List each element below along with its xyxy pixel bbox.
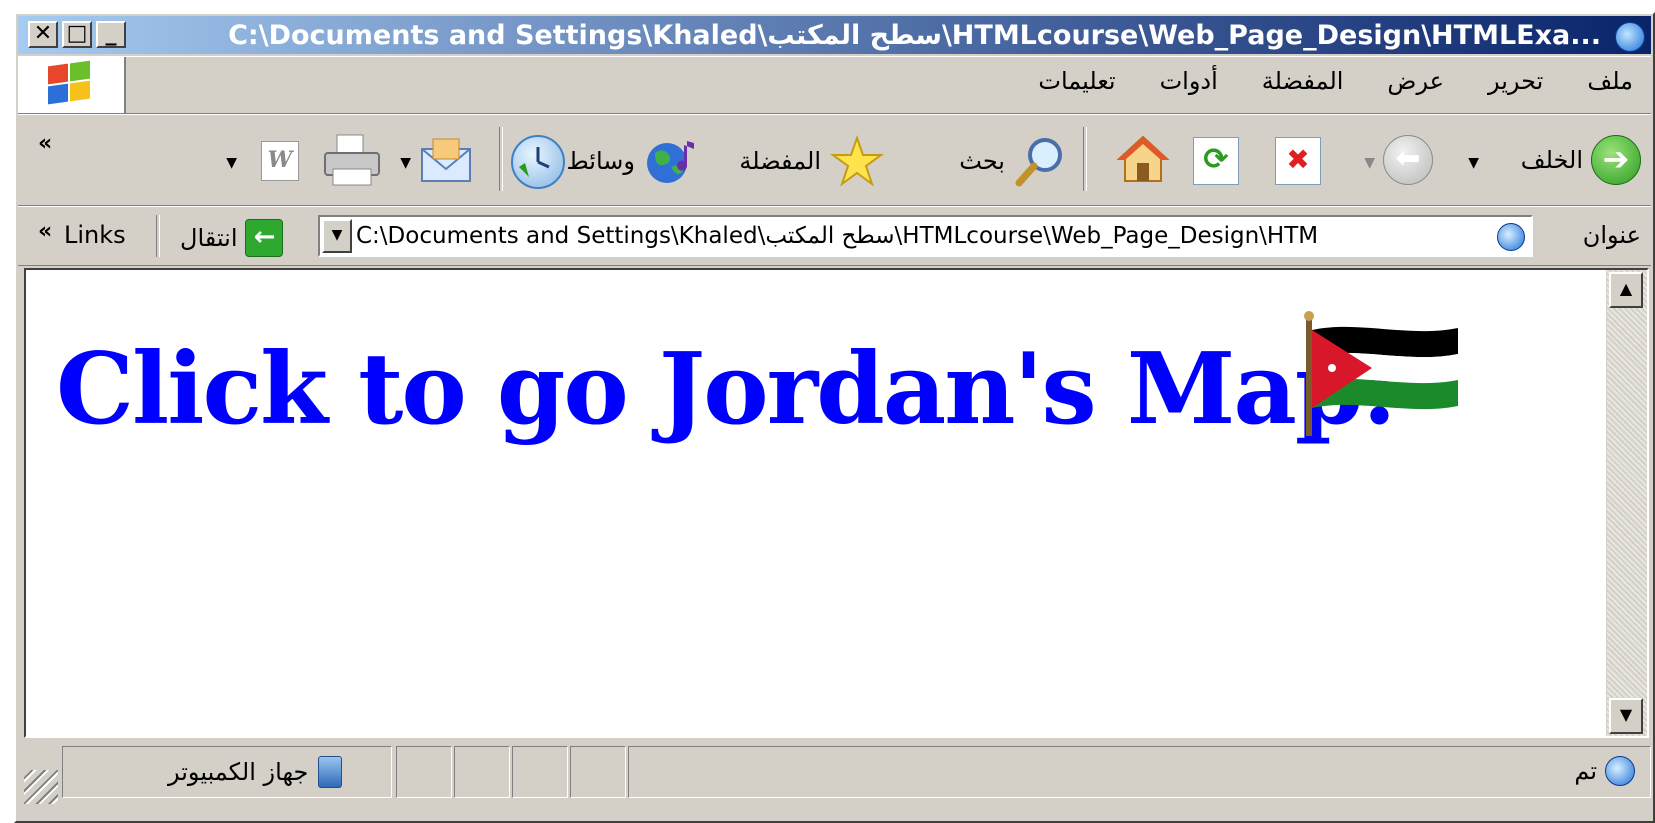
status-cell: [396, 746, 452, 798]
computer-icon: [318, 756, 343, 788]
maximize-button[interactable]: □: [62, 21, 92, 48]
status-cell: [512, 746, 568, 798]
resize-grip[interactable]: [24, 770, 58, 804]
address-input[interactable]: ▼ C:\Documents and Settings\Khaled\سطح ا…: [318, 215, 1533, 257]
standard-toolbar: « الخلف ➔ ▼ ⬅ ▼ ✖ ⟳ بحث المفضلة وسائط ▼ …: [18, 114, 1651, 206]
media-label: وسائط: [566, 147, 635, 175]
vertical-scrollbar[interactable]: ▲ ▼: [1606, 270, 1647, 736]
windows-flag-icon: [48, 60, 92, 105]
stop-icon[interactable]: ✖: [1275, 137, 1321, 185]
mail-dropdown-arrow[interactable]: ▼: [400, 155, 411, 171]
mail-icon[interactable]: [419, 135, 473, 185]
toolbar-overflow-chevron[interactable]: «: [38, 131, 52, 156]
forward-dropdown-arrow[interactable]: ▼: [1364, 155, 1375, 171]
scroll-up-button[interactable]: ▲: [1609, 272, 1643, 308]
go-label: انتقال: [180, 224, 238, 252]
status-done: تم: [1574, 756, 1635, 786]
minimize-button[interactable]: _: [96, 21, 126, 48]
links-separator: [156, 215, 160, 257]
search-label: بحث: [959, 147, 1005, 175]
page-content: Click to go Jordan's Map: ▲ ▼: [24, 268, 1649, 738]
favorites-label: المفضلة: [739, 147, 821, 175]
menu-edit[interactable]: تحرير: [1488, 67, 1543, 95]
jordan-flag-image[interactable]: [1298, 310, 1468, 440]
address-label: عنوان: [1582, 221, 1641, 249]
back-button[interactable]: الخلف ➔: [1521, 135, 1641, 185]
address-bar: « Links انتقال ← ▼ C:\Documents and Sett…: [18, 206, 1651, 266]
toolbar-separator: [499, 127, 503, 191]
jordan-map-link[interactable]: Click to go Jordan's Map:: [56, 332, 1398, 447]
menu-favorites[interactable]: المفضلة: [1262, 67, 1344, 95]
favorites-button[interactable]: المفضلة: [739, 134, 885, 187]
page-icon: [1497, 223, 1525, 251]
go-button[interactable]: انتقال ←: [180, 219, 284, 257]
go-arrow-icon: ←: [245, 219, 284, 257]
back-arrow-icon: ➔: [1591, 135, 1641, 185]
home-icon[interactable]: [1115, 133, 1171, 185]
page-done-icon: [1605, 756, 1635, 786]
search-icon: [1013, 135, 1069, 187]
internet-explorer-icon: [1615, 22, 1645, 52]
menu-bar: ملف تحرير عرض المفضلة أدوات تعليمات: [18, 56, 1651, 114]
menu-tools[interactable]: أدوات: [1160, 67, 1218, 95]
browser-window: ✕ □ _ C:\Documents and Settings\Khaled\س…: [14, 12, 1655, 823]
zone-label: جهاز الكمبيوتر: [168, 758, 309, 786]
window-title: C:\Documents and Settings\Khaled\سطح الم…: [228, 20, 1601, 51]
toolbar-separator: [1083, 127, 1087, 191]
done-label: تم: [1574, 757, 1597, 785]
status-main-cell: [628, 746, 1651, 798]
media-button[interactable]: وسائط: [567, 135, 701, 187]
menu-view[interactable]: عرض: [1387, 67, 1444, 95]
search-button[interactable]: بحث: [959, 135, 1069, 187]
address-value: C:\Documents and Settings\Khaled\سطح الم…: [356, 223, 1319, 249]
status-cell: [454, 746, 510, 798]
history-icon[interactable]: [511, 135, 565, 189]
back-label: الخلف: [1520, 146, 1583, 174]
windows-logo: [18, 57, 126, 113]
title-bar[interactable]: ✕ □ _ C:\Documents and Settings\Khaled\س…: [18, 16, 1651, 54]
refresh-icon[interactable]: ⟳: [1193, 137, 1239, 185]
status-cell: [570, 746, 626, 798]
links-overflow-chevron[interactable]: «: [38, 219, 52, 244]
edit-word-icon[interactable]: W: [261, 141, 299, 181]
media-globe-icon: [643, 135, 701, 187]
forward-arrow-icon[interactable]: ⬅: [1383, 135, 1433, 185]
scroll-down-button[interactable]: ▼: [1609, 698, 1643, 734]
menu-items: ملف تحرير عرض المفضلة أدوات تعليمات: [1038, 67, 1633, 95]
print-icon[interactable]: [321, 133, 383, 187]
close-button[interactable]: ✕: [28, 21, 58, 48]
status-zone: جهاز الكمبيوتر: [168, 756, 343, 788]
menu-file[interactable]: ملف: [1587, 67, 1633, 95]
star-icon: [829, 134, 885, 187]
status-bar: جهاز الكمبيوتر تم: [18, 744, 1651, 806]
address-dropdown-button[interactable]: ▼: [322, 219, 352, 253]
back-dropdown-arrow[interactable]: ▼: [1468, 155, 1479, 171]
links-label[interactable]: Links: [64, 221, 126, 249]
edit-dropdown-arrow[interactable]: ▼: [226, 155, 237, 171]
menu-help[interactable]: تعليمات: [1038, 67, 1115, 95]
